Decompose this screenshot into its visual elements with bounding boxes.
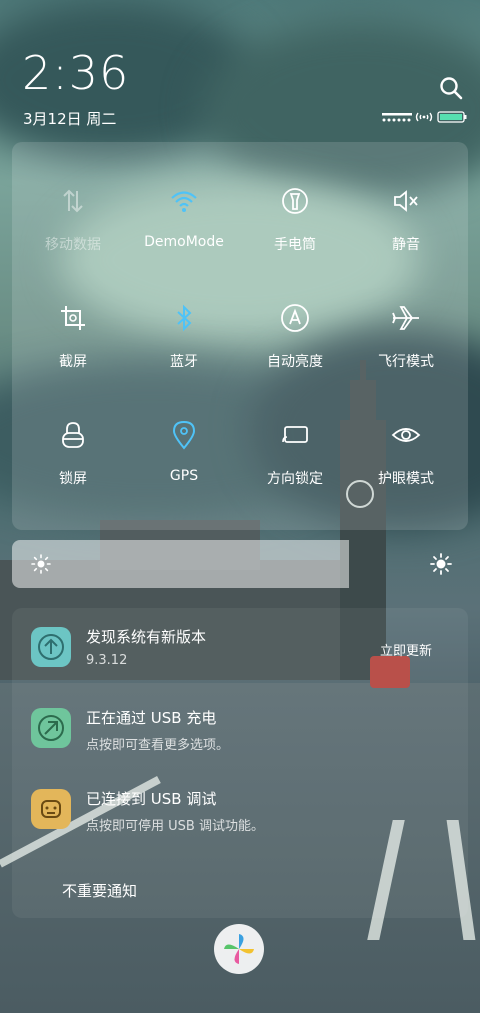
- brightness-low-icon: [31, 554, 51, 574]
- brightness-slider-fill: [12, 540, 350, 588]
- update-now-button[interactable]: 立即更新: [380, 640, 432, 659]
- notification-title[interactable]: 正在通过 USB 充电: [86, 707, 216, 728]
- quick-setting-eye[interactable]: 护眼模式: [351, 420, 461, 520]
- mute-icon: [394, 190, 418, 212]
- update-icon: [31, 627, 71, 667]
- clock: 2:36: [22, 46, 130, 100]
- mobile-data-icon: [63, 189, 83, 213]
- screenshot-icon: [61, 306, 85, 330]
- brightness-slider[interactable]: [12, 540, 468, 588]
- quick-setting-label: 移动数据: [45, 237, 101, 253]
- quick-setting-label: 飞行模式: [378, 354, 434, 370]
- quick-setting-label: 静音: [392, 237, 420, 253]
- android-debug-icon: [31, 789, 71, 829]
- quick-setting-label: 锁屏: [59, 471, 87, 487]
- gps-icon: [172, 420, 196, 450]
- quick-setting-label: 护眼模式: [378, 471, 434, 487]
- bluetooth-icon: [177, 304, 192, 332]
- notification-title[interactable]: 已连接到 USB 调试: [86, 788, 216, 809]
- quick-setting-mute[interactable]: 静音: [351, 186, 461, 286]
- quick-setting-flashlight[interactable]: 手电筒: [240, 186, 350, 286]
- quick-setting-auto-brightness[interactable]: 自动亮度: [240, 303, 350, 403]
- brightness-high-icon: [430, 553, 452, 575]
- quick-setting-airplane[interactable]: 飞行模式: [351, 303, 461, 403]
- quick-setting-label: 截屏: [59, 354, 87, 370]
- auto-brightness-icon: [281, 304, 309, 332]
- quick-setting-bluetooth[interactable]: 蓝牙: [129, 303, 239, 403]
- eye-icon: [391, 428, 421, 442]
- quick-setting-rotation-lock[interactable]: 方向锁定: [240, 420, 350, 520]
- airplane-icon: [392, 306, 419, 330]
- wifi-icon: [171, 191, 197, 212]
- quick-setting-label: 手电筒: [274, 237, 316, 253]
- status-bar-icons: [382, 111, 467, 123]
- quick-setting-label: DemoMode: [144, 234, 224, 250]
- quick-setting-label: GPS: [169, 468, 199, 484]
- notification-subtitle: 点按即可查看更多选项。: [86, 738, 230, 753]
- rotation-lock-icon: [282, 426, 308, 443]
- notification-title[interactable]: 发现系统有新版本: [86, 626, 206, 647]
- date: 3月12日 周二: [23, 110, 117, 128]
- pinwheel-icon: [224, 934, 254, 964]
- notification-subtitle: 点按即可停用 USB 调试功能。: [86, 819, 264, 834]
- search-icon[interactable]: [438, 75, 464, 101]
- usb-charge-icon: [31, 708, 71, 748]
- clear-all-button[interactable]: [214, 924, 264, 974]
- quick-setting-label: 蓝牙: [170, 354, 198, 370]
- quick-setting-lock[interactable]: 锁屏: [18, 420, 128, 520]
- quick-setting-label: 方向锁定: [267, 471, 323, 487]
- quick-setting-mobile-data[interactable]: 移动数据: [18, 186, 128, 286]
- notification-subtitle: 9.3.12: [86, 653, 128, 668]
- unimportant-notifications-link[interactable]: 不重要通知: [62, 880, 137, 901]
- quick-setting-gps[interactable]: GPS: [129, 420, 239, 520]
- flashlight-icon: [282, 188, 308, 214]
- lock-icon: [62, 422, 84, 448]
- quick-setting-wifi[interactable]: DemoMode: [129, 186, 239, 286]
- quick-setting-label: 自动亮度: [267, 354, 323, 370]
- quick-setting-screenshot[interactable]: 截屏: [18, 303, 128, 403]
